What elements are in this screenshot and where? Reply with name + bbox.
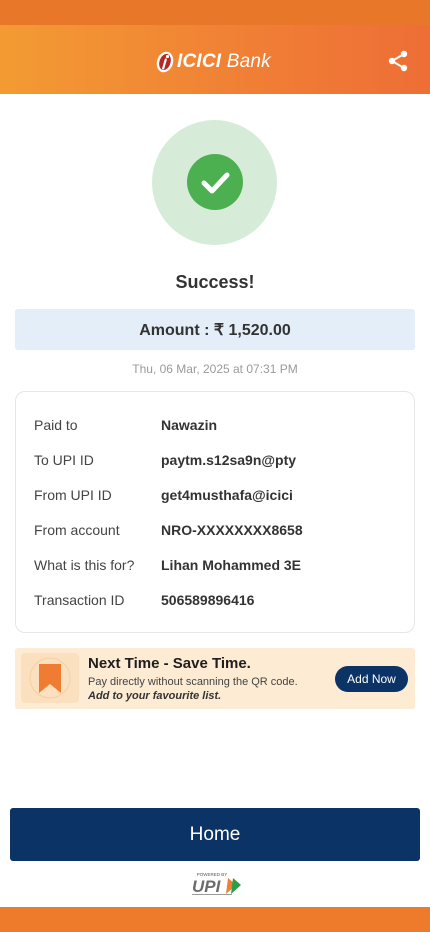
detail-label: Paid to <box>34 417 78 433</box>
check-icon <box>187 154 243 210</box>
detail-value: get4musthafa@icici <box>161 487 293 503</box>
amount-display: Amount : ₹ 1,520.00 <box>15 309 415 350</box>
detail-row-from-upi: From UPI ID get4musthafa@icici <box>34 487 404 507</box>
add-now-button[interactable]: Add Now <box>335 666 408 692</box>
detail-row-from-account: From account NRO-XXXXXXXX8658 <box>34 522 404 542</box>
banner-subtitle: Pay directly without scanning the QR cod… <box>88 676 298 688</box>
upi-logo: POWERED BY UPI <box>192 872 241 896</box>
detail-row-transaction-id: Transaction ID 506589896416 <box>34 592 404 612</box>
icici-logo: ICICI Bank <box>154 48 271 76</box>
status-bar <box>0 0 430 25</box>
transaction-details-card: Paid to Nawazin To UPI ID paytm.s12sa9n@… <box>15 391 415 633</box>
detail-row-paid-to: Paid to Nawazin <box>34 417 404 437</box>
detail-row-to-upi: To UPI ID paytm.s12sa9n@pty <box>34 452 404 472</box>
detail-label: From account <box>34 522 120 538</box>
banner-subtitle-emphasis: Add to your favourite list. <box>88 690 222 702</box>
app-header: ICICI Bank <box>0 25 430 94</box>
transaction-timestamp: Thu, 06 Mar, 2025 at 07:31 PM <box>132 362 298 376</box>
banner-title: Next Time - Save Time. <box>88 655 251 672</box>
detail-value: NRO-XXXXXXXX8658 <box>161 522 303 538</box>
bottom-bar <box>0 907 430 932</box>
detail-value: 506589896416 <box>161 592 255 608</box>
detail-label: What is this for? <box>34 557 135 573</box>
share-icon[interactable] <box>386 49 410 73</box>
bookmark-icon <box>29 657 71 699</box>
icici-logo-icon <box>156 51 174 73</box>
detail-value: Lihan Mohammed 3E <box>161 557 302 573</box>
save-favourite-banner: Next Time - Save Time. Pay directly with… <box>15 648 415 709</box>
upi-text: UPI <box>192 877 222 896</box>
detail-value: paytm.s12sa9n@pty <box>161 452 297 468</box>
detail-row-purpose: What is this for? Lihan Mohammed 3E <box>34 557 404 577</box>
banner-icon-box <box>21 653 79 703</box>
logo-suffix-text: Bank <box>226 51 271 72</box>
logo-brand-text: ICICI <box>177 51 222 72</box>
home-button[interactable]: Home <box>10 808 420 861</box>
detail-label: To UPI ID <box>34 452 94 468</box>
success-title: Success! <box>175 272 255 292</box>
detail-label: From UPI ID <box>34 487 112 503</box>
detail-label: Transaction ID <box>34 592 125 608</box>
detail-value: Nawazin <box>161 417 218 433</box>
